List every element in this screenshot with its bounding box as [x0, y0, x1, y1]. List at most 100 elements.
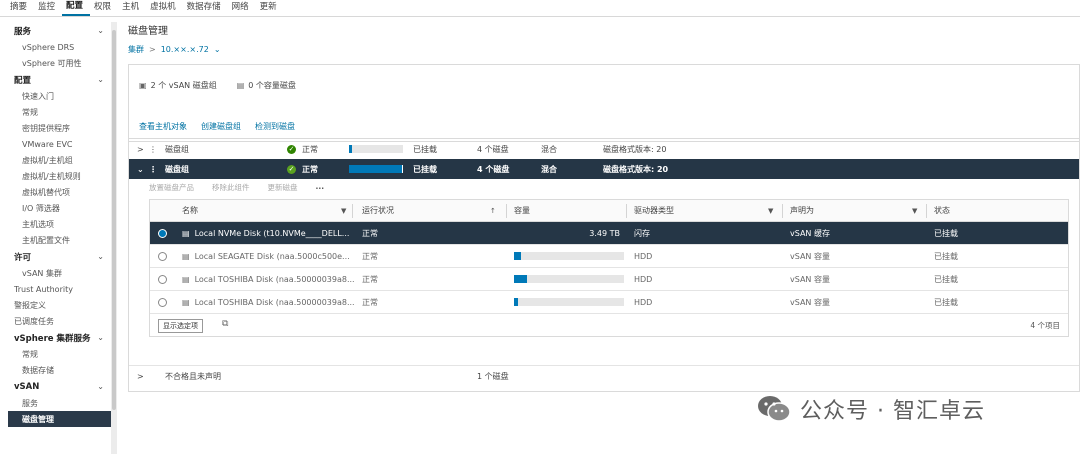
sidebar-item-vsan-cluster[interactable]: vSAN 集群	[0, 265, 112, 281]
tab-hosts[interactable]: 主机	[118, 0, 146, 16]
sidebar-item-cluster-general[interactable]: 常规	[0, 346, 112, 362]
sidebar-item-vm-overrides[interactable]: 虚拟机替代项	[0, 184, 112, 200]
breadcrumb-current[interactable]: 10.××.×.72	[161, 45, 209, 54]
item-count: 4 个项目	[1030, 321, 1060, 330]
more-actions-icon[interactable]: ...	[316, 182, 325, 193]
sidebar-group-services[interactable]: 服务 ⌄	[0, 22, 112, 39]
sidebar-group-licensing[interactable]: 许可 ⌄	[0, 248, 112, 265]
claim-unused-disks-link[interactable]: 检测到磁盘	[255, 121, 295, 132]
sidebar-item-evc[interactable]: VMware EVC	[0, 136, 112, 152]
sidebar-item-io-filters[interactable]: I/O 筛选器	[0, 200, 112, 216]
disk-name: Local TOSHIBA Disk (naa.50000039a8...	[194, 274, 355, 284]
sidebar-group-vsphere-cluster-services[interactable]: vSphere 集群服务 ⌄	[0, 329, 112, 346]
capacity-bar-fill	[514, 275, 528, 283]
sidebar-item-host-options[interactable]: 主机选项	[0, 216, 112, 232]
disk-grid: 名称 ▼ 运行状况 ↑ 容量 驱动器类型 ▼ 声明为 ▼ 状态 ▤ Local N…	[149, 199, 1069, 337]
filter-icon[interactable]: ▼	[912, 200, 917, 222]
filter-icon[interactable]: ▼	[768, 200, 773, 222]
sidebar-item-trust-authority[interactable]: Trust Authority	[0, 281, 112, 297]
disk-group-disk-count: 4 个磁盘	[477, 144, 509, 154]
disk-group-row[interactable]: ⌄ ⋮ 磁盘组 ✓ 正常 已挂载 4 个磁盘 混合 磁盘格式版本: 20	[129, 159, 1079, 179]
disk-health: 正常	[362, 274, 378, 284]
tab-monitor[interactable]: 监控	[34, 0, 62, 16]
table-row[interactable]: ▤ Local NVMe Disk (t10.NVMe____DELL... 正常…	[150, 222, 1068, 245]
tab-networks[interactable]: 网络	[228, 0, 256, 16]
disk-health: 正常	[362, 297, 378, 307]
unclaimed-disks-row[interactable]: > 不合格且未声明 1 个磁盘	[129, 365, 1079, 387]
table-row[interactable]: ▤ Local TOSHIBA Disk (naa.50000039a8... 正…	[150, 268, 1068, 291]
toolbar-action[interactable]: 放置磁盘产品	[149, 182, 194, 193]
sidebar-scroll-thumb[interactable]	[112, 30, 116, 410]
check-circle-icon: ✓	[287, 164, 296, 174]
filter-icon[interactable]: ▼	[341, 200, 346, 222]
row-radio[interactable]	[158, 228, 167, 238]
tab-configure[interactable]: 配置	[62, 0, 91, 16]
sort-asc-icon[interactable]: ↑	[490, 200, 496, 222]
check-circle-icon: ✓	[287, 144, 296, 154]
sidebar-item-key-provider[interactable]: 密钥提供程序	[0, 120, 112, 136]
capacity-bar	[514, 298, 624, 306]
toolbar-action[interactable]: 移除此组件	[212, 182, 250, 193]
sidebar-item-vm-host-rules[interactable]: 虚拟机/主机规则	[0, 168, 112, 184]
sidebar-item-alarm-definitions[interactable]: 警报定义	[0, 297, 112, 313]
tab-permissions[interactable]: 权限	[90, 0, 118, 16]
chevron-down-icon[interactable]: ⌄	[137, 159, 144, 179]
disk-group-state: 已挂载	[413, 164, 437, 174]
sidebar-group-configure[interactable]: 配置 ⌄	[0, 71, 112, 88]
tab-summary[interactable]: 摘要	[6, 0, 34, 16]
disk-name: Local TOSHIBA Disk (naa.50000039a8...	[194, 297, 355, 307]
table-row[interactable]: ▤ Local SEAGATE Disk (naa.5000c500e... 正常…	[150, 245, 1068, 268]
sidebar-item-general[interactable]: 常规	[0, 104, 112, 120]
row-radio[interactable]	[158, 274, 167, 284]
column-header-drive-type[interactable]: 驱动器类型	[634, 200, 674, 221]
view-host-objects-link[interactable]: 查看主机对象	[139, 121, 187, 132]
table-row[interactable]: ▤ Local TOSHIBA Disk (naa.50000039a8... 正…	[150, 291, 1068, 314]
sidebar-item-ha[interactable]: vSphere 可用性	[0, 55, 112, 71]
sidebar-group-label: 服务	[14, 26, 32, 37]
disk-group-name: 磁盘组	[165, 144, 189, 154]
column-header-claimed-as[interactable]: 声明为	[790, 200, 814, 221]
sidebar-item-vm-host-groups[interactable]: 虚拟机/主机组	[0, 152, 112, 168]
more-vertical-icon[interactable]: ⋮	[149, 139, 157, 159]
tab-updates[interactable]: 更新	[256, 0, 284, 16]
chevron-down-icon[interactable]: ⌄	[214, 45, 221, 54]
tab-vms[interactable]: 虚拟机	[146, 0, 183, 16]
create-disk-group-link[interactable]: 创建磁盘组	[201, 121, 241, 132]
breadcrumb-root[interactable]: 集群	[128, 44, 144, 55]
disk-group-panel: > ⋮ 磁盘组 ✓ 正常 已挂载 4 个磁盘 混合 磁盘格式版本: 20 ⌄ ⋮ …	[128, 138, 1080, 392]
chevron-right-icon[interactable]: >	[137, 139, 144, 159]
more-vertical-icon[interactable]: ⋮	[149, 159, 157, 179]
column-header-capacity[interactable]: 容量	[514, 200, 530, 221]
toolbar-action[interactable]: 更新磁盘	[268, 182, 298, 193]
copy-icon[interactable]: ⧉	[222, 319, 228, 329]
show-selected-button[interactable]: 显示选定项	[158, 319, 203, 333]
disk-group-format: 磁盘格式版本: 20	[603, 144, 667, 154]
disk-capacity-text: 3.49 TB	[589, 228, 620, 238]
disk-health: 正常	[362, 251, 378, 261]
disk-group-disk-count: 4 个磁盘	[477, 164, 510, 174]
column-header-health[interactable]: 运行状况	[362, 200, 394, 221]
disk-drive-type: HDD	[634, 251, 653, 261]
sidebar-item-vsan-services[interactable]: 服务	[0, 395, 112, 411]
sidebar-item-drs[interactable]: vSphere DRS	[0, 39, 112, 55]
chevron-right-icon[interactable]: >	[137, 366, 144, 387]
sidebar-item-quickstart[interactable]: 快速入门	[0, 88, 112, 104]
main-content: 磁盘管理 集群 > 10.××.×.72 ⌄ ▣ 2 个 vSAN 磁盘组 ▤ 0 …	[128, 22, 1080, 392]
row-radio[interactable]	[158, 297, 167, 307]
disk-name: Local NVMe Disk (t10.NVMe____DELL...	[194, 228, 350, 238]
capacity-disk-summary: ▤ 0 个容量磁盘	[237, 80, 296, 91]
disk-health: 正常	[362, 228, 378, 238]
sidebar-item-disk-management[interactable]: 磁盘管理	[8, 411, 112, 427]
sidebar-item-host-profile[interactable]: 主机配置文件	[0, 232, 112, 248]
disk-icon: ▤	[182, 228, 190, 238]
column-header-state[interactable]: 状态	[934, 200, 950, 221]
disk-drive-type: HDD	[634, 274, 653, 284]
disk-group-row[interactable]: > ⋮ 磁盘组 ✓ 正常 已挂载 4 个磁盘 混合 磁盘格式版本: 20	[129, 139, 1079, 159]
row-radio[interactable]	[158, 251, 167, 261]
unclaimed-label: 不合格且未声明	[165, 372, 221, 381]
sidebar-group-vsan[interactable]: vSAN ⌄	[0, 378, 112, 395]
sidebar-item-cluster-datastores[interactable]: 数据存储	[0, 362, 112, 378]
column-header-name[interactable]: 名称	[182, 200, 198, 221]
tab-datastores[interactable]: 数据存储	[183, 0, 228, 16]
sidebar-item-scheduled-tasks[interactable]: 已调度任务	[0, 313, 112, 329]
